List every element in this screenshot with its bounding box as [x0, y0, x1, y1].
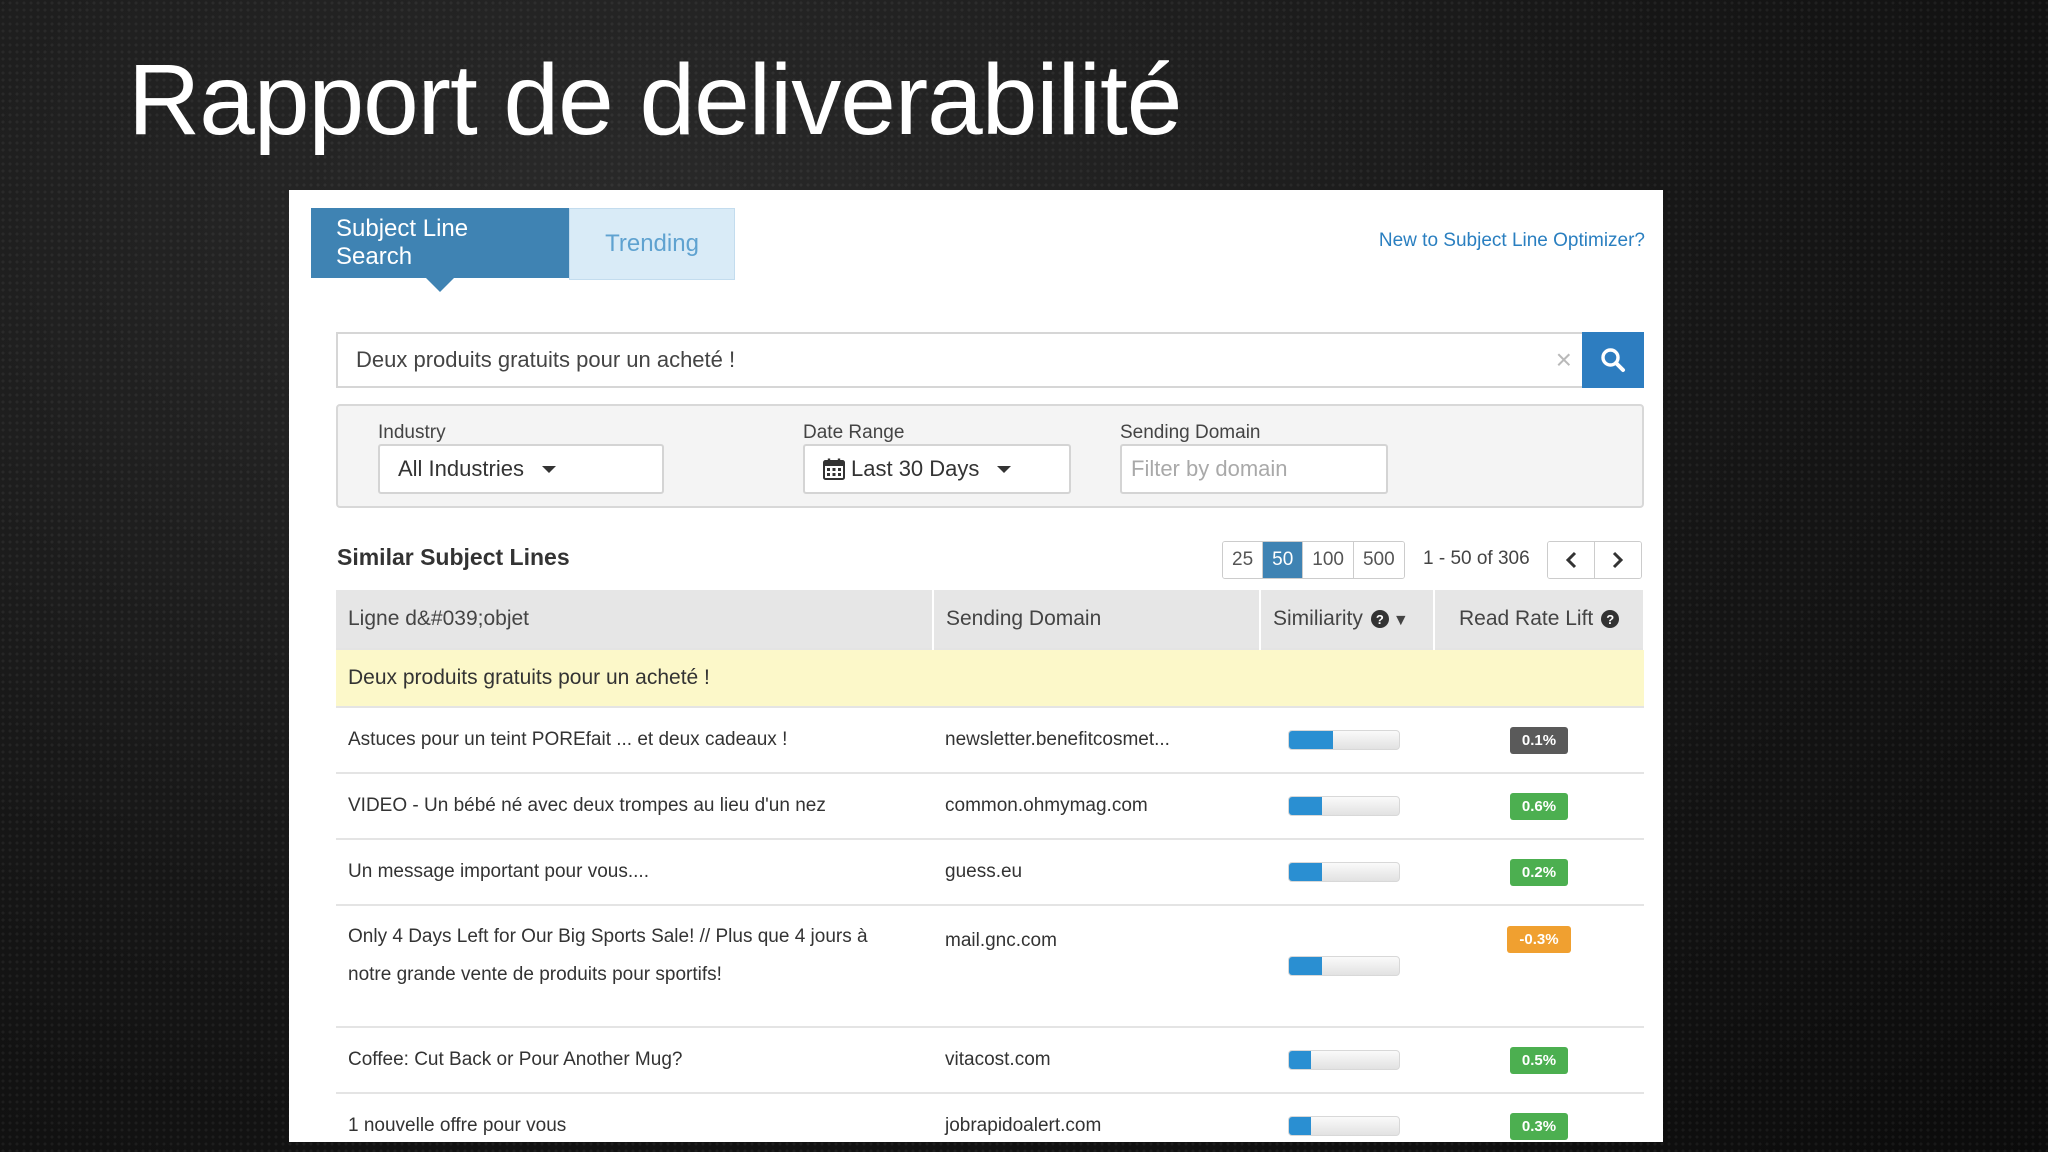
results-title: Similar Subject Lines [337, 544, 570, 570]
table-row[interactable]: Un message important pour vous.... guess… [336, 838, 1644, 905]
row-subject: Only 4 Days Left for Our Big Sports Sale… [336, 904, 933, 1027]
table-header-row: Ligne d&#039;objet Sending Domain Simili… [336, 590, 1645, 649]
query-row: Deux produits gratuits pour un acheté ! [336, 648, 1644, 707]
search-bar: × [336, 332, 1644, 388]
column-header-read-rate-lift: Read Rate Lift? [1434, 590, 1645, 649]
table-row[interactable]: VIDEO - Un bébé né avec deux trompes au … [336, 772, 1644, 839]
table-row[interactable]: Astuces pour un teint POREfait ... et de… [336, 706, 1644, 773]
table-row[interactable]: Coffee: Cut Back or Pour Another Mug? vi… [336, 1026, 1644, 1093]
row-lift: 0.3% [1434, 1092, 1644, 1142]
sending-domain-input[interactable] [1120, 444, 1388, 494]
row-subject: Un message important pour vous.... [336, 838, 933, 905]
similarity-bar [1288, 796, 1400, 816]
row-lift: 0.5% [1434, 1026, 1644, 1093]
row-similarity [1260, 706, 1434, 773]
row-subject: 1 nouvelle offre pour vous [336, 1092, 933, 1142]
page-size-100[interactable]: 100 [1303, 542, 1354, 578]
row-domain: common.ohmymag.com [933, 772, 1260, 839]
column-header-domain: Sending Domain [933, 590, 1261, 649]
row-lift: -0.3% [1434, 904, 1644, 1027]
row-lift: 0.1% [1434, 706, 1644, 773]
search-input[interactable] [336, 332, 1582, 388]
similarity-bar-fill [1289, 797, 1322, 815]
date-range-value: Last 30 Days [851, 456, 980, 481]
similarity-bar [1288, 1050, 1400, 1070]
tab-trending[interactable]: Trending [569, 208, 735, 280]
column-header-similarity[interactable]: Similiarity? ▼ [1260, 590, 1435, 649]
industry-dropdown[interactable]: All Industries [378, 444, 664, 494]
chevron-down-icon [541, 465, 556, 473]
date-range-label: Date Range [803, 422, 905, 443]
similarity-bar-fill [1289, 1051, 1311, 1069]
filter-panel: Industry All Industries Date Range Last … [336, 404, 1644, 508]
row-domain: vitacost.com [933, 1026, 1260, 1093]
help-link[interactable]: New to Subject Line Optimizer? [1379, 230, 1645, 252]
lift-badge: 0.6% [1509, 792, 1569, 820]
clear-icon[interactable]: × [1556, 344, 1572, 376]
similarity-bar-fill [1289, 731, 1333, 749]
lift-badge: 0.5% [1509, 1046, 1569, 1074]
lift-badge: 0.2% [1509, 858, 1569, 886]
similarity-bar [1288, 1116, 1400, 1136]
similarity-bar [1288, 956, 1400, 976]
row-similarity [1260, 772, 1434, 839]
chevron-right-icon [1612, 551, 1624, 569]
column-header-subject: Ligne d&#039;objet [336, 590, 934, 649]
lift-badge: 0.3% [1509, 1112, 1569, 1140]
industry-value: All Industries [398, 456, 524, 481]
search-button[interactable] [1582, 332, 1644, 388]
results-table: Ligne d&#039;objet Sending Domain Simili… [336, 590, 1645, 1142]
page-size-50[interactable]: 50 [1263, 542, 1304, 578]
page-size-25[interactable]: 25 [1223, 542, 1264, 578]
date-range-dropdown[interactable]: Last 30 Days [803, 444, 1071, 494]
slide-title: Rapport de deliverabilité [128, 44, 1182, 156]
industry-label: Industry [378, 422, 446, 443]
tab-bar: Subject Line Search Trending [311, 208, 735, 292]
lift-badge: -0.3% [1507, 926, 1571, 953]
similarity-bar [1288, 730, 1400, 750]
query-subject: Deux produits gratuits pour un acheté ! [336, 648, 933, 707]
pagination-range: 1 - 50 of 306 [1423, 548, 1530, 569]
search-icon [1601, 348, 1625, 372]
row-similarity [1260, 904, 1434, 1027]
row-domain: newsletter.benefitcosmet... [933, 706, 1260, 773]
row-subject-line-2: notre grande vente de produits pour spor… [348, 964, 722, 985]
row-subject: VIDEO - Un bébé né avec deux trompes au … [336, 772, 933, 839]
previous-page-button[interactable] [1548, 542, 1595, 578]
next-page-button[interactable] [1595, 542, 1641, 578]
similarity-bar-fill [1289, 957, 1322, 975]
pagination-arrows [1547, 541, 1642, 579]
chevron-left-icon [1565, 551, 1577, 569]
chevron-down-icon [997, 465, 1012, 473]
question-icon[interactable]: ? [1601, 610, 1620, 629]
tab-subject-line-search[interactable]: Subject Line Search [311, 208, 569, 292]
row-similarity [1260, 1026, 1434, 1093]
sort-desc-icon: ▼ [1392, 612, 1409, 629]
sending-domain-label: Sending Domain [1120, 422, 1261, 443]
subject-line-optimizer-panel: Subject Line Search Trending New to Subj… [289, 190, 1663, 1142]
lift-badge: 0.1% [1509, 726, 1569, 754]
similarity-header-label: Similiarity [1273, 607, 1363, 630]
table-row[interactable]: 1 nouvelle offre pour vous jobrapidoaler… [336, 1092, 1644, 1142]
page-size-500[interactable]: 500 [1353, 542, 1404, 578]
row-lift: 0.6% [1434, 772, 1644, 839]
row-domain: mail.gnc.com [933, 904, 1260, 1027]
similarity-bar [1288, 862, 1400, 882]
calendar-icon [823, 458, 845, 480]
table-row[interactable]: Only 4 Days Left for Our Big Sports Sale… [336, 904, 1644, 1027]
row-subject: Coffee: Cut Back or Pour Another Mug? [336, 1026, 933, 1093]
question-icon[interactable]: ? [1370, 610, 1389, 629]
row-domain: jobrapidoalert.com [933, 1092, 1260, 1142]
similarity-bar-fill [1289, 1117, 1311, 1135]
row-similarity [1260, 838, 1434, 905]
row-lift: 0.2% [1434, 838, 1644, 905]
page-size-selector: 25 50 100 500 [1222, 541, 1405, 579]
row-subject: Astuces pour un teint POREfait ... et de… [336, 706, 933, 773]
row-subject-line-1: Only 4 Days Left for Our Big Sports Sale… [348, 926, 868, 947]
row-domain: guess.eu [933, 838, 1260, 905]
similarity-bar-fill [1289, 863, 1322, 881]
read-rate-lift-header-label: Read Rate Lift [1459, 607, 1594, 630]
row-similarity [1260, 1092, 1434, 1142]
